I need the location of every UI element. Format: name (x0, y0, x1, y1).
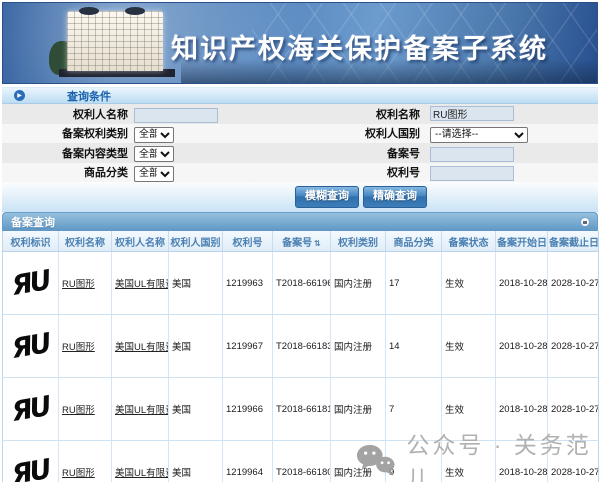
table-header-row: 权利标识 权利名称 权利人名称 权利人国别 权利号 备案号⇅ 权利类别 商品分类… (3, 231, 599, 252)
exact-search-button[interactable]: 精确查询 (363, 186, 427, 208)
results-title: 备案查询 (11, 214, 55, 230)
goods-class-select[interactable]: 全部 (134, 166, 174, 182)
right-name-link[interactable]: RU图形 (62, 468, 95, 479)
owner-name-link[interactable]: 美国UL有限责任公司 (115, 405, 169, 416)
ul-logo: ЯU (3, 315, 59, 378)
form-row: 商品分类 全部 权利号 (2, 163, 598, 183)
rights-holder-country-label: 权利人国别 (294, 125, 420, 141)
right-no: 1219966 (223, 378, 273, 441)
form-row: 权利人名称 权利名称 (2, 104, 598, 124)
owner-country: 美国 (169, 315, 223, 378)
right-name-label: 权利名称 (294, 106, 420, 122)
right-category: 国内注册 (331, 252, 386, 315)
col-right-category: 权利类别 (331, 231, 386, 252)
col-right-mark: 权利标识 (3, 231, 59, 252)
right-number-label: 权利号 (294, 164, 420, 180)
building-dome (125, 7, 145, 15)
table-row: ЯU RU图形 美国UL有限责任公司 美国 1219963 T2018-6619… (3, 252, 599, 315)
owner-country: 美国 (169, 441, 223, 482)
record-no: T2018-66183 (273, 315, 331, 378)
ul-logo: ЯU (3, 378, 59, 441)
owner-country: 美国 (169, 378, 223, 441)
record-status: 生效 (442, 252, 496, 315)
query-conditions-header: ▶ 查询条件 (2, 87, 598, 104)
right-no: 1219964 (223, 441, 273, 482)
owner-country: 美国 (169, 252, 223, 315)
building-dome (79, 7, 99, 15)
right-no: 1219963 (223, 252, 273, 315)
sort-icon[interactable]: ⇅ (314, 239, 321, 248)
right-category: 国内注册 (331, 315, 386, 378)
record-no: T2018-66180 (273, 441, 331, 482)
col-right-name: 权利名称 (59, 231, 112, 252)
results-header-bar: 备案查询 (2, 212, 598, 231)
ul-logo: ЯU (3, 252, 59, 315)
col-right-no: 权利号 (223, 231, 273, 252)
col-owner-country: 权利人国别 (169, 231, 223, 252)
col-start-date: 备案开始日期 (496, 231, 548, 252)
form-row: 备案权利类别 全部 权利人国别 --请选择-- (2, 124, 598, 144)
record-right-type-select[interactable]: 全部 (134, 127, 174, 143)
record-no: T2018-66196 (273, 252, 331, 315)
fuzzy-search-button[interactable]: 模糊查询 (295, 186, 359, 208)
form-row: 备案内容类型 全部 备案号 (2, 143, 598, 163)
query-conditions-title: 查询条件 (67, 88, 111, 104)
query-form: 权利人名称 权利名称 备案权利类别 全部 权利人国别 --请选择-- 备案内容类… (2, 104, 598, 182)
right-name-link[interactable]: RU图形 (62, 405, 95, 416)
watermark: 公众号 · 关务范儿 (356, 426, 600, 482)
record-status: 生效 (442, 315, 496, 378)
goods-class-label: 商品分类 (2, 164, 128, 180)
app-title: 知识产权海关保护备案子系统 (171, 27, 548, 66)
rights-holder-country-select[interactable]: --请选择-- (430, 127, 528, 143)
rights-holder-name-label: 权利人名称 (2, 106, 128, 122)
watermark-text: 公众号 · 关务范儿 (406, 426, 600, 482)
record-number-input[interactable] (430, 147, 514, 162)
owner-name-link[interactable]: 美国UL有限责任公司 (115, 342, 169, 353)
col-record-status: 备案状态 (442, 231, 496, 252)
record-right-type-label: 备案权利类别 (2, 125, 128, 141)
right-name-link[interactable]: RU图形 (62, 342, 95, 353)
start-date: 2018-10-28 (496, 252, 548, 315)
right-no: 1219967 (223, 315, 273, 378)
record-no: T2018-66181 (273, 378, 331, 441)
banner: 知识产权海关保护备案子系统 (2, 2, 598, 84)
owner-name-link[interactable]: 美国UL有限责任公司 (115, 468, 169, 479)
col-owner-name: 权利人名称 (112, 231, 169, 252)
right-name-input[interactable] (430, 106, 514, 121)
wechat-icon (356, 442, 396, 478)
expand-arrow-icon[interactable]: ▶ (14, 90, 25, 101)
right-number-input[interactable] (430, 166, 514, 181)
table-row: ЯU RU图形 美国UL有限责任公司 美国 1219967 T2018-6618… (3, 315, 599, 378)
goods-class: 17 (386, 252, 442, 315)
collapse-circle-button[interactable] (580, 217, 590, 227)
record-number-label: 备案号 (294, 145, 420, 161)
ul-logo: ЯU (3, 441, 59, 482)
end-date: 2028-10-27 (548, 252, 599, 315)
rights-holder-name-input[interactable] (134, 108, 218, 123)
customs-building-graphic (67, 11, 163, 71)
record-content-type-select[interactable]: 全部 (134, 146, 174, 162)
right-name-link[interactable]: RU图形 (62, 279, 95, 290)
col-end-date: 备案截止日期 (548, 231, 599, 252)
record-content-type-label: 备案内容类型 (2, 145, 128, 161)
col-record-no[interactable]: 备案号⇅ (273, 231, 331, 252)
start-date: 2018-10-28 (496, 315, 548, 378)
page: 知识产权海关保护备案子系统 ▶ 查询条件 权利人名称 权利名称 备案权利类别 全… (0, 0, 600, 482)
owner-name-link[interactable]: 美国UL有限责任公司 (115, 279, 169, 290)
button-band: 模糊查询 精确查询 (2, 182, 598, 212)
col-goods-class: 商品分类 (386, 231, 442, 252)
goods-class: 14 (386, 315, 442, 378)
end-date: 2028-10-27 (548, 315, 599, 378)
